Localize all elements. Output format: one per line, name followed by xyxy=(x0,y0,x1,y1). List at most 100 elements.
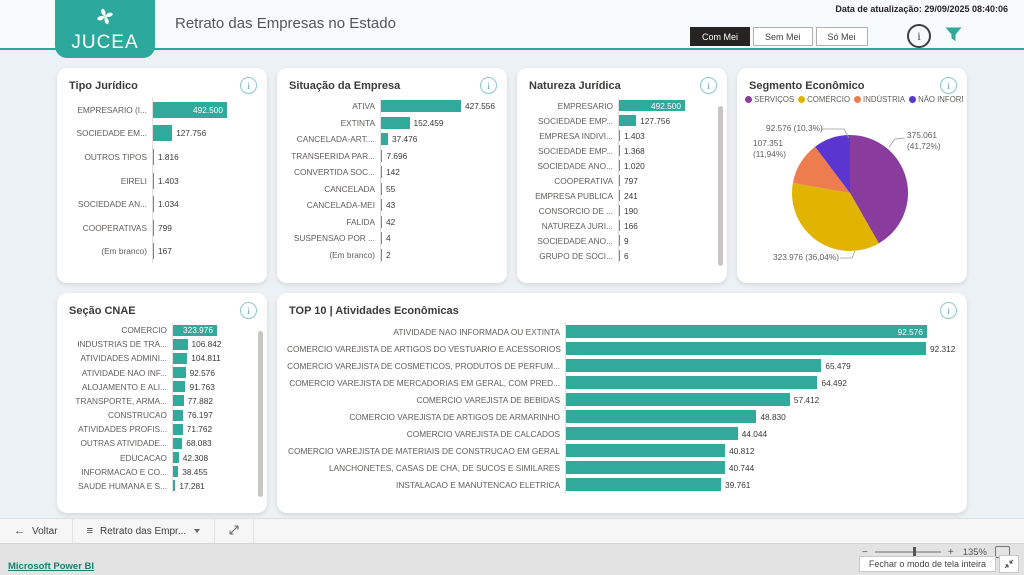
bar[interactable]: 323.976 xyxy=(173,325,217,336)
bar-row[interactable]: INFORMACAO E CO...38.455 xyxy=(67,465,257,479)
bar-row[interactable]: ATIVA427.556 xyxy=(287,98,497,115)
info-icon[interactable]: i xyxy=(700,77,717,94)
bar-row[interactable]: COOPERATIVAS799 xyxy=(67,216,257,240)
bar-row[interactable]: SOCIEDADE EMP...1.368 xyxy=(527,143,717,158)
bar-row[interactable]: COMERCIO323.976 xyxy=(67,323,257,337)
bar-row[interactable]: EXTINTA152.459 xyxy=(287,115,497,132)
bar-row[interactable]: COOPERATIVA797 xyxy=(527,173,717,188)
bar[interactable] xyxy=(153,220,154,236)
filter-icon[interactable] xyxy=(945,27,962,47)
bar[interactable] xyxy=(619,115,636,126)
bar-row[interactable]: COMERCIO VAREJISTA DE CALCADOS44.044 xyxy=(287,425,957,442)
bar[interactable] xyxy=(381,232,382,244)
bar-row[interactable]: EMPRESARIO (I...492.500 xyxy=(67,98,257,122)
bar-row[interactable]: SOCIEDADE ANO...1.020 xyxy=(527,158,717,173)
bar-row[interactable]: SAUDE HUMANA E S...17.281 xyxy=(67,479,257,493)
scrollbar[interactable] xyxy=(258,331,263,497)
resize-button[interactable] xyxy=(215,519,254,543)
legend-item[interactable]: COMÉRCIO xyxy=(798,95,850,104)
bar-row[interactable]: EMPRESA PUBLICA241 xyxy=(527,188,717,203)
bar[interactable]: 92.576 xyxy=(566,325,927,338)
bar-row[interactable]: EMPRESA INDIVI...1.403 xyxy=(527,128,717,143)
bar-row[interactable]: LANCHONETES, CASAS DE CHA, DE SUCOS E SI… xyxy=(287,459,957,476)
bar-row[interactable]: CONSORCIO DE ...190 xyxy=(527,203,717,218)
bar-row[interactable]: FALIDA42 xyxy=(287,214,497,231)
info-icon[interactable]: i xyxy=(940,302,957,319)
bar[interactable] xyxy=(173,480,175,491)
bar[interactable] xyxy=(153,243,154,259)
bar[interactable] xyxy=(173,395,184,406)
bar[interactable] xyxy=(153,125,172,141)
close-fullscreen-button[interactable]: Fechar o modo de tela inteira xyxy=(859,556,996,572)
bar[interactable] xyxy=(381,133,388,145)
bar[interactable] xyxy=(381,183,382,195)
bar[interactable] xyxy=(619,160,620,171)
bar-row[interactable]: ATIVIDADE NAO INF...92.576 xyxy=(67,366,257,380)
exit-fullscreen-icon[interactable] xyxy=(999,555,1019,573)
bar-row[interactable]: GRUPO DE SOCI...6 xyxy=(527,248,717,263)
mei-button-sem-mei[interactable]: Sem Mei xyxy=(753,27,813,46)
bar[interactable] xyxy=(153,149,154,165)
bar-row[interactable]: SOCIEDADE AN...1.034 xyxy=(67,192,257,216)
bar[interactable] xyxy=(381,150,382,162)
bar-row[interactable]: INSTALACAO E MANUTENCAO ELETRICA39.761 xyxy=(287,476,957,493)
bar-row[interactable]: OUTRAS ATIVIDADE...68.083 xyxy=(67,436,257,450)
bar[interactable] xyxy=(173,410,183,421)
bar[interactable] xyxy=(566,393,790,406)
bar-row[interactable]: SOCIEDADE ANO...9 xyxy=(527,233,717,248)
bar[interactable] xyxy=(566,359,821,372)
bar-row[interactable]: (Em branco)2 xyxy=(287,247,497,264)
info-icon[interactable]: i xyxy=(240,77,257,94)
bar-row[interactable]: EMPRESARIO492.500 xyxy=(527,98,717,113)
bar-row[interactable]: SOCIEDADE EMP...127.756 xyxy=(527,113,717,128)
bar-row[interactable]: EDUCACAO42.308 xyxy=(67,451,257,465)
bar-row[interactable]: CANCELADA55 xyxy=(287,181,497,198)
bar[interactable] xyxy=(619,220,620,231)
bar[interactable] xyxy=(173,381,185,392)
bar[interactable] xyxy=(619,175,620,186)
bar-row[interactable]: OUTROS TIPOS1.816 xyxy=(67,145,257,169)
scrollbar[interactable] xyxy=(718,106,723,266)
powerbi-link[interactable]: Microsoft Power BI xyxy=(8,561,94,572)
legend-item[interactable]: SERVIÇOS xyxy=(745,95,794,104)
bar[interactable] xyxy=(173,339,188,350)
header-info-icon[interactable]: i xyxy=(907,24,931,48)
bar-row[interactable]: ALOJAMENTO E ALI...91.763 xyxy=(67,380,257,394)
bar-row[interactable]: SOCIEDADE EM...127.756 xyxy=(67,122,257,146)
bar[interactable] xyxy=(619,145,620,156)
bar[interactable] xyxy=(381,100,461,112)
bar-row[interactable]: COMERCIO VAREJISTA DE MERCADORIAS EM GER… xyxy=(287,374,957,391)
back-button[interactable]: ← Voltar xyxy=(0,519,73,543)
bar[interactable] xyxy=(381,249,382,261)
bar-row[interactable]: ATIVIDADE NAO INFORMADA OU EXTINTA92.576 xyxy=(287,323,957,340)
bar[interactable] xyxy=(566,461,725,474)
bar[interactable] xyxy=(173,452,179,463)
bar[interactable] xyxy=(381,216,382,228)
bar[interactable] xyxy=(153,196,154,212)
bar-row[interactable]: ATIVIDADES PROFIS...71.762 xyxy=(67,422,257,436)
bar-row[interactable]: COMERCIO VAREJISTA DE COSMETICOS, PRODUT… xyxy=(287,357,957,374)
info-icon[interactable]: i xyxy=(240,302,257,319)
bar-row[interactable]: COMERCIO VAREJISTA DE ARTIGOS DE ARMARIN… xyxy=(287,408,957,425)
bar-row[interactable]: SUSPENSAO POR ...4 xyxy=(287,230,497,247)
bar[interactable] xyxy=(173,367,186,378)
bar[interactable] xyxy=(173,424,183,435)
bar-row[interactable]: INDUSTRIAS DE TRA...106.842 xyxy=(67,337,257,351)
bar[interactable] xyxy=(566,376,817,389)
bar-row[interactable]: CANCELADA-ART....37.476 xyxy=(287,131,497,148)
info-icon[interactable]: i xyxy=(480,77,497,94)
mei-button-com-mei[interactable]: Com Mei xyxy=(690,27,750,46)
zoom-slider[interactable] xyxy=(875,551,941,553)
bar-row[interactable]: EIRELI1.403 xyxy=(67,169,257,193)
bar[interactable] xyxy=(381,117,410,129)
bar[interactable] xyxy=(619,235,620,246)
bar-row[interactable]: COMERCIO VAREJISTA DE ARTIGOS DO VESTUAR… xyxy=(287,340,957,357)
bar[interactable] xyxy=(619,205,620,216)
bar-row[interactable]: (Em branco)167 xyxy=(67,239,257,263)
bar-row[interactable]: NATUREZA JURI...166 xyxy=(527,218,717,233)
bar-row[interactable]: TRANSPORTE, ARMA...77.882 xyxy=(67,394,257,408)
bar[interactable] xyxy=(566,427,738,440)
bar-row[interactable]: CANCELADA-MEI43 xyxy=(287,197,497,214)
bar-row[interactable]: TRANSFERIDA PAR...7.696 xyxy=(287,148,497,165)
bar[interactable] xyxy=(566,478,721,491)
